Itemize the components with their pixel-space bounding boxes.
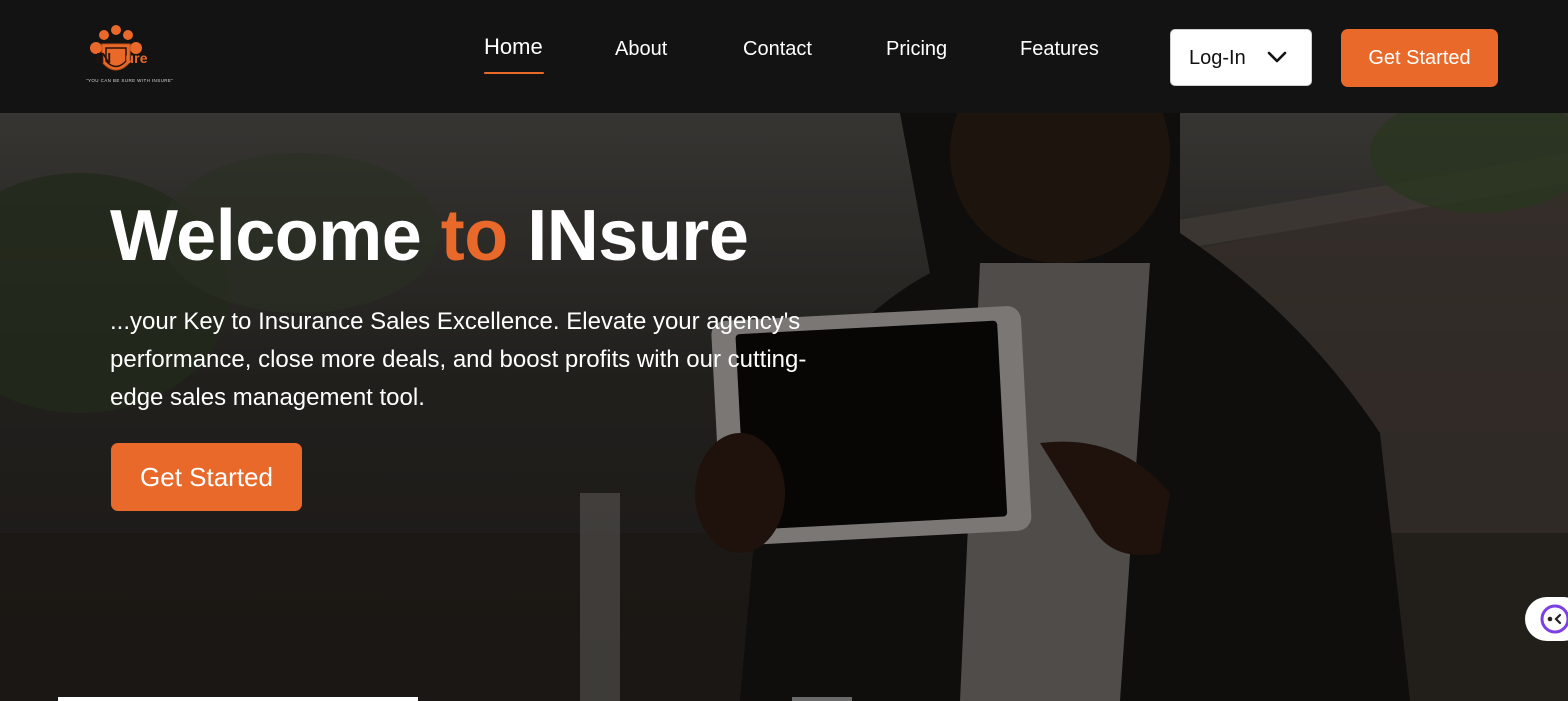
brand-name-suffix: sure xyxy=(117,50,148,66)
brand-logo[interactable]: IN sure "YOU CAN BE SURE WITH INSURE" xyxy=(84,22,184,88)
hero-title-part2: INsure xyxy=(507,196,749,276)
nav-link-contact[interactable]: Contact xyxy=(743,38,812,61)
hero-section: Welcome to INsure ...your Key to Insuran… xyxy=(0,113,1568,701)
hero-subtitle: ...your Key to Insurance Sales Excellenc… xyxy=(110,308,807,411)
hero-title-part1: Welcome xyxy=(110,196,441,276)
bottom-edge-card xyxy=(58,697,418,701)
chevron-down-icon xyxy=(1267,51,1287,63)
hero-get-started-button[interactable]: Get Started xyxy=(111,443,302,511)
brand-tagline: "YOU CAN BE SURE WITH INSURE" xyxy=(86,78,174,83)
chat-widget-button[interactable] xyxy=(1525,597,1568,641)
hero-title-accent: to xyxy=(440,196,508,276)
active-nav-indicator xyxy=(484,72,544,74)
brand-name-prefix: IN xyxy=(96,50,112,67)
chat-bot-icon xyxy=(1540,604,1568,634)
hero-title: Welcome to INsure xyxy=(110,195,749,277)
nav-link-features[interactable]: Features xyxy=(1020,38,1099,61)
nav-link-home[interactable]: Home xyxy=(484,34,543,60)
nav-link-pricing[interactable]: Pricing xyxy=(886,38,947,61)
login-dropdown-label: Log-In xyxy=(1189,47,1246,69)
navbar: IN sure "YOU CAN BE SURE WITH INSURE" Hom… xyxy=(0,0,1568,113)
bottom-edge-card-secondary xyxy=(792,697,852,701)
nav-get-started-button[interactable]: Get Started xyxy=(1341,29,1498,87)
login-dropdown[interactable]: Log-In xyxy=(1170,29,1312,86)
nav-link-about[interactable]: About xyxy=(615,38,667,61)
brand-wordmark: IN sure xyxy=(96,50,148,67)
page: IN sure "YOU CAN BE SURE WITH INSURE" Hom… xyxy=(0,0,1568,701)
